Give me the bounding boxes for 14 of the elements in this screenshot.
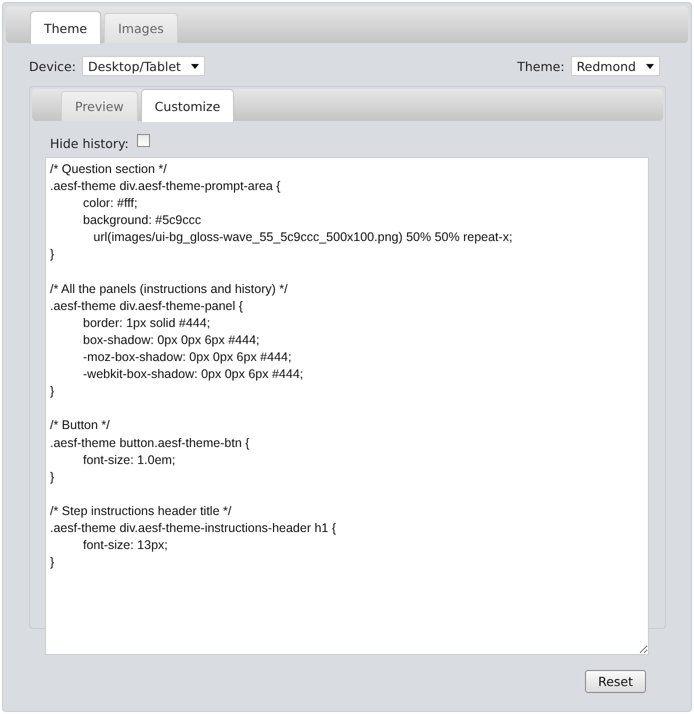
reset-button[interactable]: Reset — [585, 670, 646, 693]
tab[interactable]: Preview — [61, 91, 138, 121]
tab[interactable]: Customize — [140, 89, 234, 122]
css-editor[interactable]: /* Question section */ .aesf-theme div.aesf-theme-prompt-area { color: #fff; background: #5c9ccc url(images/ui-bg_gloss-wave_55_5c9ccc_500x100.png) 50% 50% repeat-x; } /* All the panels (instructions and history) */ .aesf-theme div.aesf-theme-panel { border: 1px solid #444; box-shadow: 0px 0px 6px #444; -moz-box-shadow: 0px 0px 6px #444; -webkit-box-shadow: 0px 0px 6px #444; } /* Button */ .aesf-theme button.aesf-theme-btn { font-size: 1.0em; } /* Step instructions header title */ .aesf-theme div.aesf-theme-instructions-header h1 { font-size: 13px; } — [45, 157, 649, 655]
caret-icon — [646, 64, 654, 68]
hide-history-checkbox[interactable] — [136, 134, 150, 147]
device-label: Device: — [29, 58, 76, 74]
tab[interactable]: Theme — [30, 11, 102, 44]
theme-label: Theme: — [517, 58, 565, 74]
hide-history-label: Hide history: — [50, 136, 129, 151]
device-select[interactable]: Desktop/Tablet — [82, 56, 205, 76]
tab[interactable]: Images — [104, 13, 178, 43]
theme-select[interactable]: Redmond — [570, 56, 660, 76]
caret-icon — [190, 64, 199, 68]
